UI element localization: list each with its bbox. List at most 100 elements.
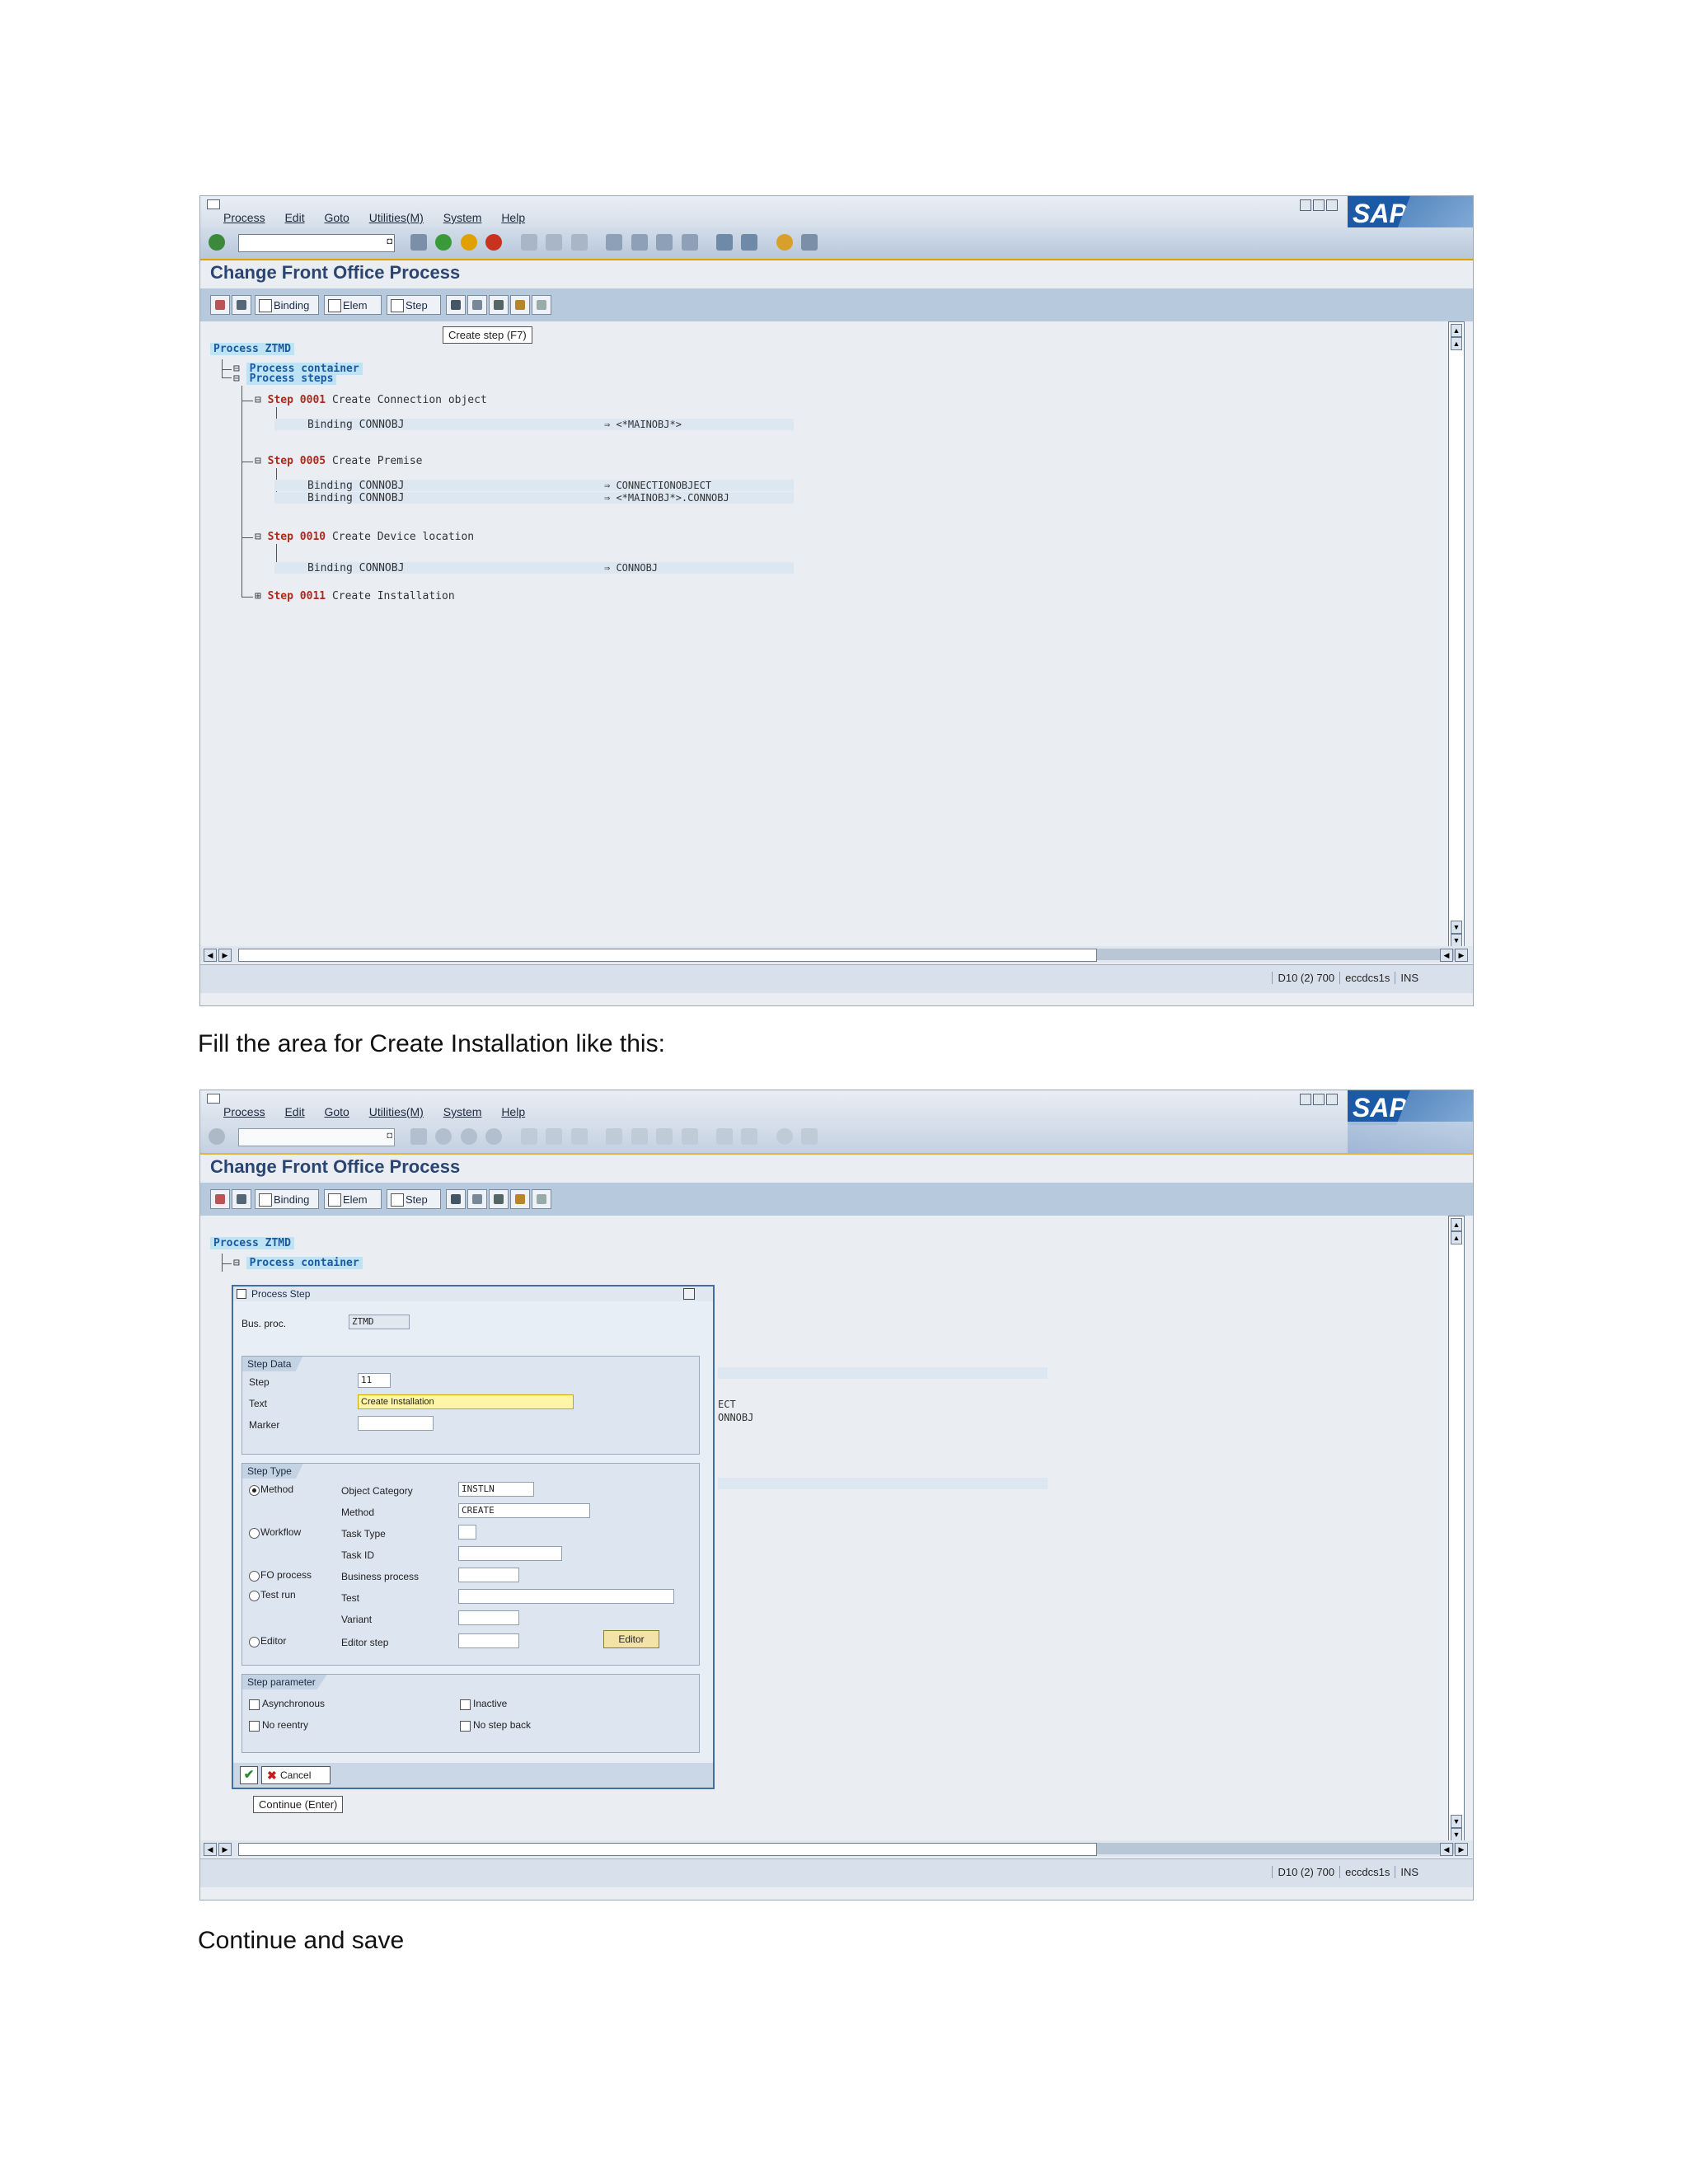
help-icon[interactable] xyxy=(776,1128,793,1145)
scroll-up-icon[interactable]: ▲ xyxy=(1451,1218,1462,1231)
back-icon[interactable] xyxy=(435,234,452,251)
scroll-right-icon[interactable]: ▶ xyxy=(1455,949,1468,962)
layout-icon[interactable] xyxy=(801,1128,818,1145)
menu-process[interactable]: Process xyxy=(223,211,265,224)
step-field[interactable]: 11 xyxy=(358,1373,391,1388)
menu-goto[interactable]: Goto xyxy=(324,1105,349,1118)
last-page-icon[interactable] xyxy=(681,234,698,251)
menu-help[interactable]: Help xyxy=(501,1105,525,1118)
tree-binding[interactable]: Binding CONNOBJ xyxy=(307,562,404,574)
tree-binding[interactable]: Binding CONNOBJ xyxy=(307,419,404,431)
scroll-down-icon[interactable]: ▼ xyxy=(1451,1828,1462,1841)
step-button[interactable]: Step xyxy=(387,295,441,315)
page-up-icon[interactable]: ▲ xyxy=(1451,1231,1462,1244)
first-page-icon[interactable] xyxy=(606,1128,623,1145)
elem-button[interactable]: Elem xyxy=(324,1189,382,1209)
tree-step-0001[interactable]: ⊟ Step 0001 Create Connection object xyxy=(255,394,487,406)
tree-binding[interactable]: Binding CONNOBJ xyxy=(307,492,404,504)
horizontal-scrollbar[interactable]: ◀ ▶ ◀ ▶ xyxy=(200,1840,1473,1857)
menu-utilities[interactable]: Utilities(M) xyxy=(369,1105,424,1118)
check-icon[interactable] xyxy=(232,295,251,315)
scroll-left-icon[interactable]: ◀ xyxy=(1440,949,1453,962)
find-next-icon[interactable] xyxy=(570,1128,588,1145)
menu-edit[interactable]: Edit xyxy=(284,1105,304,1118)
exit-icon[interactable] xyxy=(460,234,477,251)
shortcut-icon[interactable] xyxy=(741,1128,758,1145)
elem-button[interactable]: Elem xyxy=(324,295,382,315)
enter-icon[interactable] xyxy=(209,234,225,251)
scroll-thumb[interactable] xyxy=(1097,949,1460,960)
tree-process-steps[interactable]: ⊟ Process steps xyxy=(233,373,337,385)
maximize-icon[interactable] xyxy=(1313,1094,1325,1105)
step-button[interactable]: Step xyxy=(387,1189,441,1209)
test-run-radio[interactable] xyxy=(249,1591,260,1601)
menu-utilities[interactable]: Utilities(M) xyxy=(369,211,424,224)
window-menu-icon[interactable] xyxy=(207,1094,220,1104)
maximize-icon[interactable] xyxy=(1313,199,1325,211)
editor-button[interactable]: Editor xyxy=(603,1630,659,1648)
layout-icon[interactable] xyxy=(801,234,818,251)
tree-step-0011[interactable]: ⊞ Step 0011 Create Installation xyxy=(255,590,455,602)
page-down-icon[interactable]: ▼ xyxy=(1451,921,1462,934)
system-id[interactable]: D10 (2) 700 xyxy=(1272,972,1339,984)
display-change-icon[interactable] xyxy=(210,295,230,315)
vertical-scrollbar[interactable]: ▲ ▲ ▼ ▼ xyxy=(1448,321,1465,949)
workflow-radio[interactable] xyxy=(249,1528,260,1539)
editor-radio[interactable] xyxy=(249,1637,260,1647)
info-icon[interactable] xyxy=(532,295,551,315)
close-icon[interactable] xyxy=(1326,1094,1338,1105)
inactive-checkbox[interactable] xyxy=(460,1699,471,1710)
previous-page-icon[interactable] xyxy=(631,1128,648,1145)
save-icon[interactable] xyxy=(410,1128,427,1145)
menu-system[interactable]: System xyxy=(443,211,482,224)
cancel-icon[interactable] xyxy=(485,1128,503,1145)
save-icon[interactable] xyxy=(410,234,427,251)
variant-field[interactable] xyxy=(458,1610,519,1625)
next-page-icon[interactable] xyxy=(656,1128,673,1145)
menu-help[interactable]: Help xyxy=(501,211,525,224)
back-icon[interactable] xyxy=(435,1128,452,1145)
help-icon[interactable] xyxy=(776,234,793,251)
previous-page-icon[interactable] xyxy=(631,234,648,251)
shortcut-icon[interactable] xyxy=(741,234,758,251)
close-icon[interactable] xyxy=(683,1288,695,1300)
command-field[interactable]: ◘ xyxy=(238,234,395,252)
tree-process-container[interactable]: ⊟ Process container xyxy=(233,1257,363,1269)
print-icon[interactable] xyxy=(520,1128,537,1145)
last-page-icon[interactable] xyxy=(681,1128,698,1145)
scroll-left-icon[interactable]: ◀ xyxy=(204,949,217,962)
cancel-icon[interactable] xyxy=(485,234,503,251)
method-radio[interactable] xyxy=(249,1485,260,1496)
tree-root[interactable]: Process ZTMD xyxy=(210,343,294,355)
select-icon[interactable] xyxy=(446,295,466,315)
next-page-icon[interactable] xyxy=(656,234,673,251)
scroll-up-icon[interactable]: ▲ xyxy=(1451,324,1462,337)
tree-step-0005[interactable]: ⊟ Step 0005 Create Premise xyxy=(255,455,423,467)
copy-icon[interactable] xyxy=(467,295,487,315)
dropdown-icon[interactable]: ◘ xyxy=(387,237,392,246)
page-up-icon[interactable]: ▲ xyxy=(1451,337,1462,350)
menu-system[interactable]: System xyxy=(443,1105,482,1118)
flag-icon[interactable] xyxy=(510,295,530,315)
minimize-icon[interactable] xyxy=(1300,199,1311,211)
select-icon[interactable] xyxy=(446,1189,466,1209)
dropdown-icon[interactable]: ◘ xyxy=(387,1131,392,1141)
scroll-down-icon[interactable]: ▼ xyxy=(1451,934,1462,947)
find-next-icon[interactable] xyxy=(570,234,588,251)
task-id-field[interactable] xyxy=(458,1546,562,1561)
tree-step-0010[interactable]: ⊟ Step 0010 Create Device location xyxy=(255,531,474,543)
print-icon[interactable] xyxy=(520,234,537,251)
close-icon[interactable] xyxy=(1326,199,1338,211)
tree-root[interactable]: Process ZTMD xyxy=(210,1237,294,1249)
tree-binding[interactable]: Binding CONNOBJ xyxy=(307,480,404,492)
vertical-scrollbar[interactable]: ▲ ▲ ▼ ▼ xyxy=(1448,1216,1465,1844)
object-category-field[interactable]: INSTLN xyxy=(458,1482,534,1497)
exit-icon[interactable] xyxy=(460,1128,477,1145)
page-down-icon[interactable]: ▼ xyxy=(1451,1815,1462,1828)
info-icon[interactable] xyxy=(532,1189,551,1209)
business-process-field[interactable] xyxy=(458,1568,519,1582)
command-field[interactable]: ◘ xyxy=(238,1128,395,1146)
scroll-left-icon[interactable]: ◀ xyxy=(1440,1843,1453,1856)
binding-button[interactable]: Binding xyxy=(255,295,319,315)
text-field[interactable]: Create Installation xyxy=(358,1394,574,1409)
